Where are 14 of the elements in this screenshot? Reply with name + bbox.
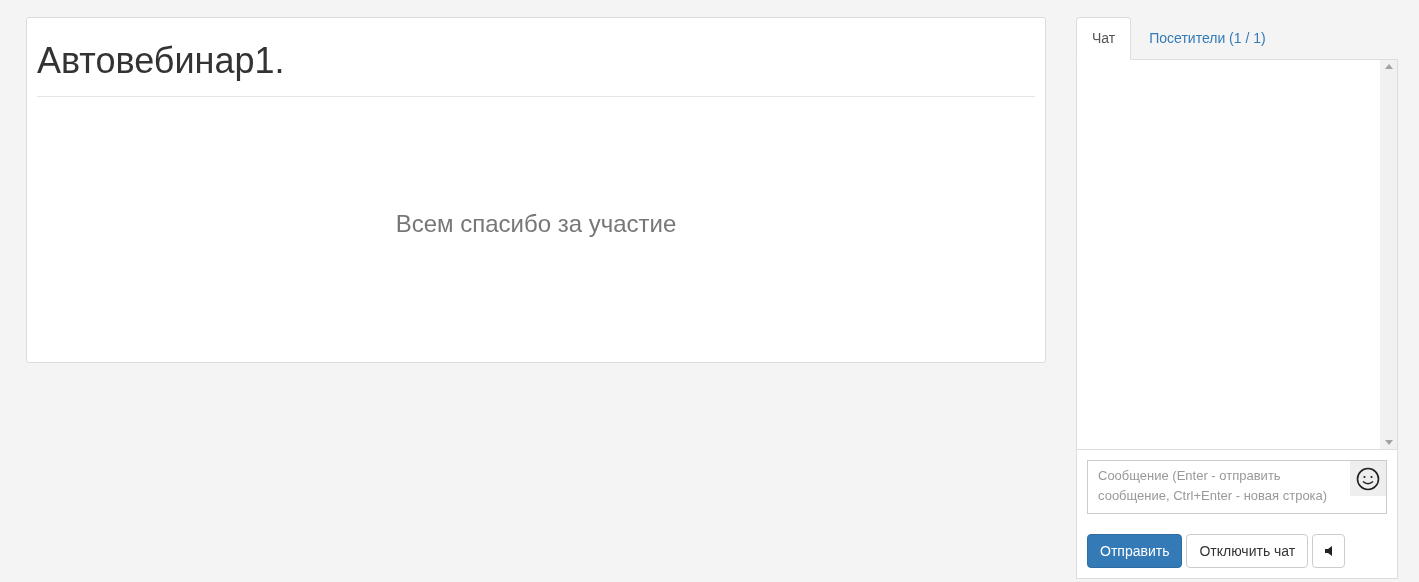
smiley-icon [1356,466,1380,491]
message-field[interactable]: Сообщение (Enter - отправить сообщение, Ctrl+Enter - новая строка) [1087,460,1387,514]
disable-chat-button[interactable]: Отключить чат [1186,534,1309,568]
webinar-title: Автовебинар1. [37,40,286,82]
thank-you-message: Всем спасибо за участие [395,208,677,239]
scroll-down-icon[interactable] [1384,440,1393,445]
chat-tab[interactable]: Чат [1076,17,1132,60]
emoji-button[interactable] [1350,461,1386,496]
scrollbar[interactable] [1380,60,1397,449]
scroll-up-icon[interactable] [1384,64,1393,69]
sound-button[interactable] [1312,534,1346,568]
send-button[interactable]: Отправить [1087,534,1183,568]
speaker-icon [1324,546,1333,556]
chat-tab[interactable]: Посетители (1 / 1) [1131,17,1284,59]
